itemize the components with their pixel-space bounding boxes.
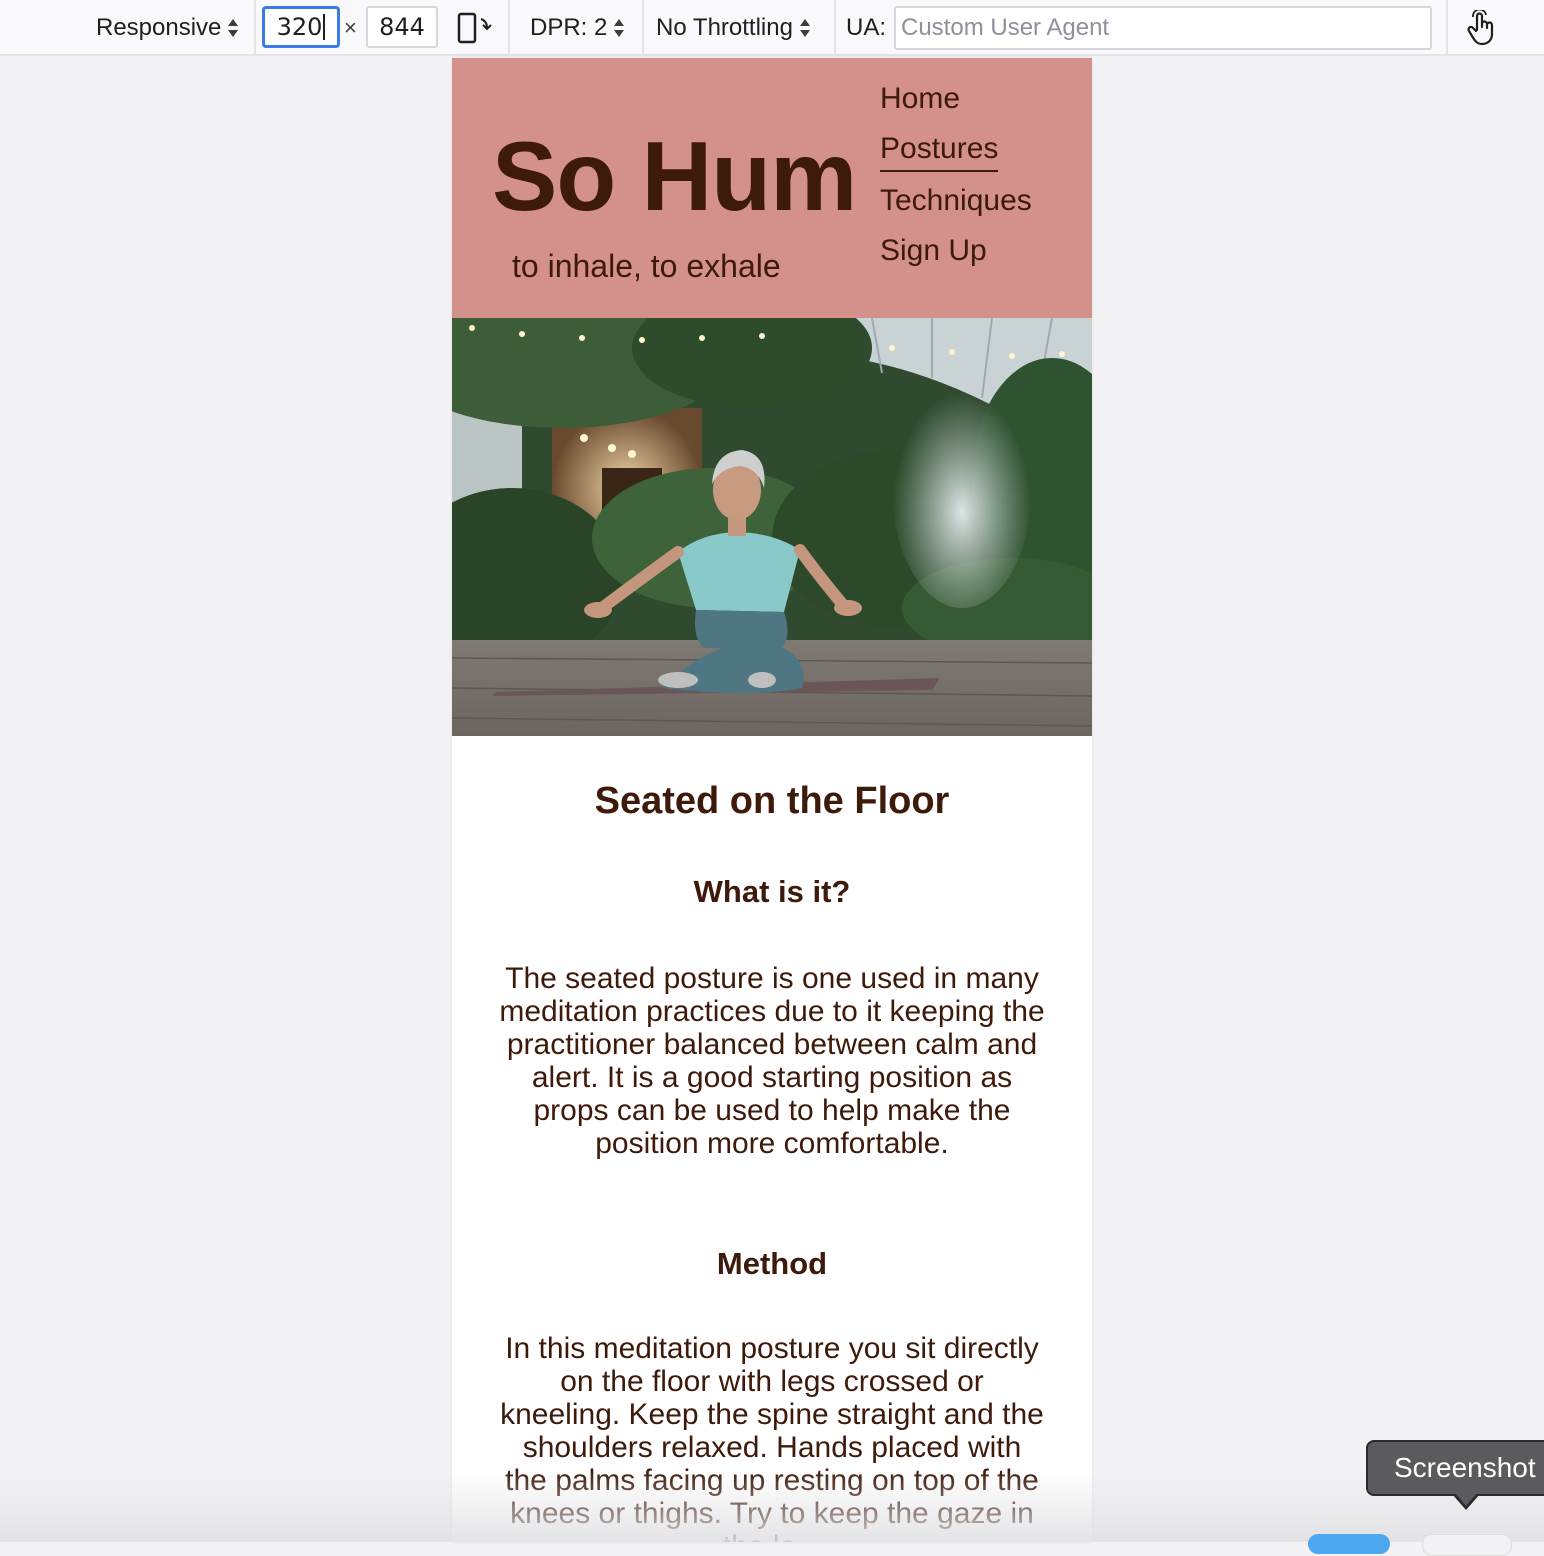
toolbar-separator [834,0,836,56]
device-selector-label: Responsive [96,14,222,41]
screenshot-confirm-button[interactable] [1308,1534,1390,1554]
user-agent-placeholder: Custom User Agent [901,14,1110,41]
rdm-toolbar: Responsive 320 × 844 DPR: 2 No Throttlin… [0,0,1544,56]
select-arrows-icon [227,17,239,39]
nav-techniques-link[interactable]: Techniques [880,184,1032,218]
section-heading-method: Method [716,1246,828,1281]
screenshot-tooltip: Screenshot [1366,1440,1544,1496]
viewport-height-value: 844 [379,13,425,41]
nav-postures-link[interactable]: Postures [880,132,999,172]
touch-simulation-button[interactable] [1466,0,1498,56]
site-header: So Hum to inhale, to exhale Home Posture… [452,58,1092,318]
hero-image [452,318,1092,736]
throttling-selector[interactable]: No Throttling [656,0,811,56]
rotate-device-icon [457,12,492,44]
tooltip-arrow-fill [1455,1493,1477,1506]
page-title: Seated on the Floor [594,780,950,822]
nav-signup-link[interactable]: Sign Up [880,234,987,268]
select-arrows-icon [799,17,811,39]
section-text-method: In this meditation posture you sit direc… [500,1332,1044,1542]
toolbar-separator [1446,0,1448,56]
screenshot-cancel-button[interactable] [1422,1534,1512,1556]
emulated-viewport: So Hum to inhale, to exhale Home Posture… [452,58,1092,1542]
tooltip-label: Screenshot [1394,1452,1536,1483]
touch-simulation-icon [1467,10,1494,46]
site-tagline: to inhale, to exhale [512,248,781,284]
user-agent-input[interactable]: Custom User Agent [894,6,1432,50]
viewport-height-input[interactable]: 844 [366,6,438,48]
device-selector[interactable]: Responsive [96,0,239,56]
dpr-selector-label: DPR: 2 [530,14,608,41]
section-text-what: The seated posture is one used in many m… [499,962,1045,1160]
rotate-device-button[interactable] [456,0,492,56]
site-logo[interactable]: So Hum [492,120,857,233]
toolbar-separator [508,0,510,56]
nav-home-link[interactable]: Home [880,82,960,116]
viewport-width-value: 320 [276,13,323,41]
toolbar-separator [642,0,644,56]
dpr-selector[interactable]: DPR: 2 [530,0,625,56]
toolbar-separator [254,0,256,56]
throttling-selector-label: No Throttling [656,14,793,41]
viewport-width-input[interactable]: 320 [262,6,340,48]
section-heading-what: What is it? [693,874,851,909]
ua-label: UA: [846,14,887,41]
text-caret [323,14,326,40]
select-arrows-icon [613,17,625,39]
dimension-separator: × [344,15,357,40]
